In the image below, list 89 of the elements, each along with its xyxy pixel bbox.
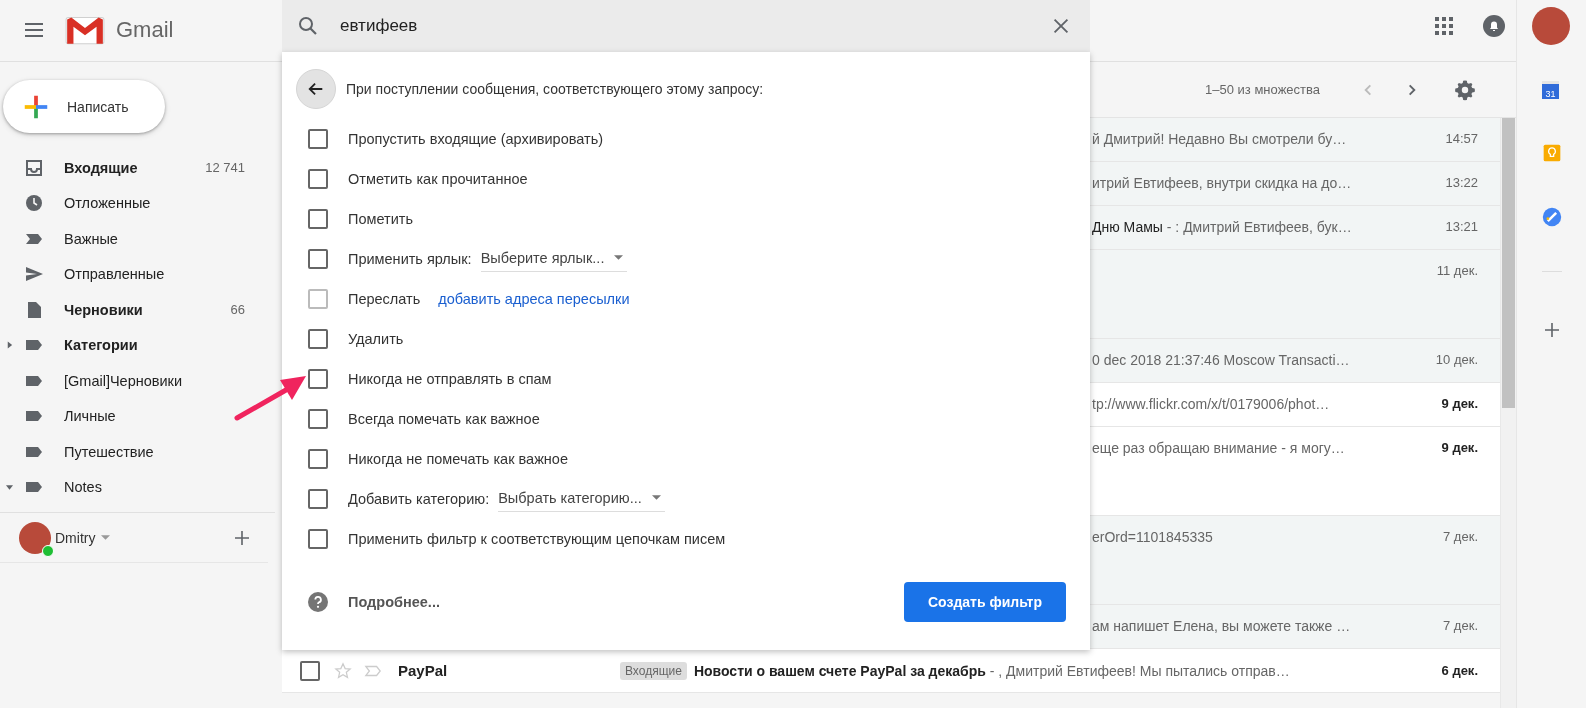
checkbox[interactable] [308,249,328,269]
option-label: Переслать [348,291,421,307]
checkbox[interactable] [300,660,320,681]
message-row[interactable]: PayPal Входящие Новости о вашем счете PayPal за декабрь - , Дмитрий Евтифеев! Мы пытались отправ… 6 дек. [282,649,1500,693]
snippet: 0 dec 2018 21:37:46 Moscow Transacti… [1092,352,1350,368]
checkbox[interactable] [308,369,328,389]
message-date: 10 дек. [1435,352,1478,367]
message-date: 11 дек. [1436,263,1478,278]
account-name[interactable]: Dmitry [55,529,96,546]
snippet: erOrd=1101845335 [1092,529,1213,545]
unread-count: 12 741 [205,160,246,176]
apps-grid-icon[interactable] [1432,14,1456,38]
clock-icon [24,193,44,214]
unread-count: 66 [230,302,246,318]
page-range: 1–50 из множества [1205,82,1320,97]
compose-button[interactable]: Написать [3,80,165,133]
message-date: 7 дек. [1443,529,1478,544]
checkbox[interactable] [308,409,328,429]
snippet: й Дмитрий! Недавно Вы смотрели бу… [1092,131,1347,147]
arrow-left-icon [307,80,325,98]
message-date: 14:57 [1445,131,1478,146]
sidebar-item[interactable]: Входящие [64,159,206,176]
gmail-logo-icon [64,14,106,46]
help-icon[interactable] [308,592,328,612]
message-date: 6 дек. [1441,663,1478,678]
subject: Дню Мамы [1092,219,1163,235]
snippet: - : Дмитрий Евтифеев, бук… [1166,219,1352,235]
checkbox[interactable] [308,329,328,349]
checkbox[interactable] [308,489,328,509]
dropdown[interactable]: Выберите ярлык... [480,246,628,272]
option-label: Всегда помечать как важное [348,411,540,427]
add-icon[interactable] [1543,322,1560,338]
message-date: 13:21 [1445,219,1478,234]
dialog-heading: При поступлении сообщения, соответствующего этому запросу: [346,81,764,97]
settings-icon[interactable] [1454,78,1476,101]
checkbox[interactable] [308,169,328,189]
add-icon[interactable] [234,529,250,546]
snippet: итрий Евтифеев, внутри скидка на до… [1092,175,1352,191]
checkbox[interactable] [308,129,328,149]
option-label: Никогда не помечать как важное [348,451,568,467]
message-date: 7 дек. [1443,618,1478,633]
sidebar-item[interactable]: Важные [64,230,275,247]
sidebar-item[interactable]: Черновики [64,301,231,318]
option-label: Пропустить входящие (архивировать) [348,131,604,147]
snippet: ам напишет Елена, вы можете также … [1092,618,1351,634]
message-date: 9 дек. [1441,440,1478,455]
star-icon[interactable] [334,661,352,680]
option-label: Удалить [348,331,404,347]
subject: Новости о вашем счете PayPal за декабрь [693,662,986,679]
back-button[interactable] [296,69,336,109]
scrollbar-thumb[interactable] [1502,118,1515,408]
bell-icon[interactable] [1482,14,1506,38]
search-field[interactable]: евтифеев [282,0,1090,52]
product-name: Gmail [116,17,174,43]
caret-icon[interactable] [5,483,14,491]
sender-name: PayPal [398,662,449,679]
message-date: 13:22 [1445,175,1478,190]
option-label: Отметить как прочитанное [348,171,528,187]
option-label: Применить фильтр к соответствующим цепочкам писем [348,531,726,547]
sidebar-item[interactable]: Отложенные [64,195,275,212]
snippet: - , Дмитрий Евтифеев! Мы пытались отправ… [989,662,1290,679]
label-chip: Входящие [620,661,687,680]
dropdown-caret-icon [614,255,624,260]
inbox-icon [24,157,44,178]
snippet: tp://www.flickr.com/x/t/0179006/phot… [1092,396,1330,412]
account-avatar[interactable] [19,521,51,554]
checkbox[interactable] [308,529,328,549]
calendar-icon[interactable]: 31 [1542,81,1559,99]
dropdown[interactable]: Выбрать категорию... [498,486,665,512]
caret-icon[interactable] [101,535,111,540]
sidebar-item[interactable]: Категории [64,337,275,354]
sidebar-item[interactable]: Личные [64,408,275,425]
checkbox[interactable] [308,449,328,469]
option-label: Применить ярлык: [348,251,472,267]
caret-icon[interactable] [6,341,13,350]
sidebar-item[interactable]: Отправленные [64,266,275,283]
checkmark-icon[interactable] [1541,207,1562,227]
option-label: Пометить [348,211,413,227]
learn-more-link[interactable]: Подробнее... [348,594,440,610]
dropdown-caret-icon [651,495,661,500]
option-label: Никогда не отправлять в спам [348,371,552,387]
sidebar-item[interactable]: Путешествие [64,443,275,460]
sidebar-item[interactable]: [Gmail]Черновики [64,372,275,389]
message-date: 9 дек. [1441,396,1478,411]
option-label: Добавить категорию: [348,491,490,507]
create-filter-button[interactable]: Создать фильтр [904,582,1066,622]
checkbox[interactable] [308,209,328,229]
sidebar-item[interactable]: Notes [64,479,275,496]
snippet: еще раз обращаю внимание - я могу… [1092,440,1345,456]
